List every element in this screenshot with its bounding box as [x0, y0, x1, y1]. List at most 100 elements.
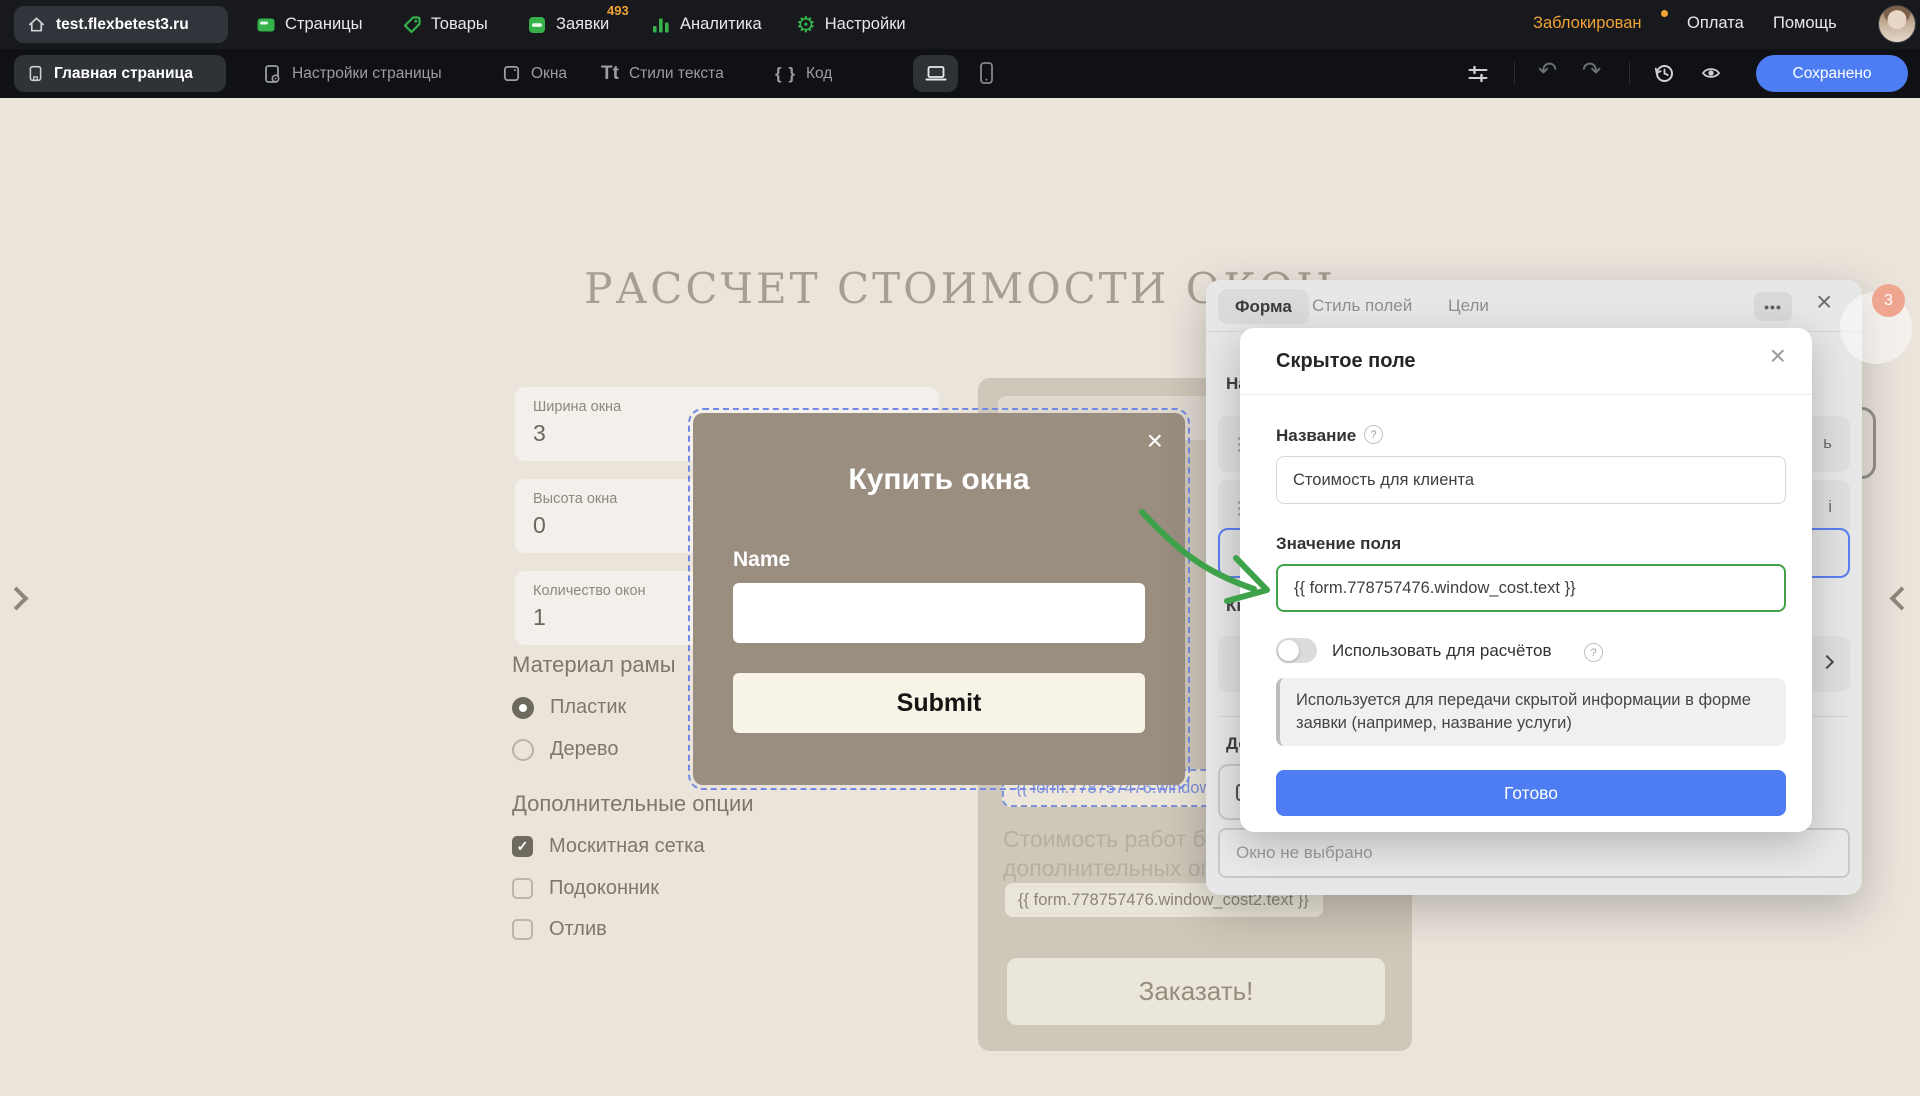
nav-analytics[interactable]: Аналитика [651, 0, 762, 49]
done-button[interactable]: Готово [1276, 770, 1786, 816]
nav-goods[interactable]: Товары [402, 0, 488, 49]
help-icon[interactable]: ? [1364, 425, 1383, 444]
phone-icon [976, 61, 996, 86]
nav-leads[interactable]: Заявки [527, 0, 609, 49]
hidden-field-modal-title: Скрытое поле [1276, 350, 1416, 373]
status-dot-icon [1661, 10, 1668, 17]
saved-button[interactable]: Сохранено [1756, 55, 1908, 92]
code-icon: { } [775, 64, 796, 84]
avatar[interactable] [1878, 5, 1916, 43]
tab-field-style[interactable]: Стиль полей [1312, 280, 1412, 332]
order-button[interactable]: Заказать! [1007, 958, 1385, 1025]
next-page-chevron-icon[interactable] [1889, 586, 1913, 610]
site-switcher[interactable]: test.flexbetest3.ru [14, 6, 228, 43]
radio-wood[interactable]: Дерево [512, 738, 618, 761]
undo-button[interactable]: ↶ [1538, 59, 1557, 82]
radio-off-icon [512, 739, 534, 761]
checkbox-mosquito-net[interactable]: ✓ Москитная сетка [512, 835, 705, 858]
top-bar: test.flexbetest3.ru Страницы Товары Заяв… [0, 0, 1920, 49]
field-name-label: Название [1276, 426, 1356, 446]
checkbox-windowsill-label: Подоконник [549, 877, 659, 900]
nav-leads-label: Заявки [556, 15, 609, 34]
tab-form[interactable]: Форма [1218, 289, 1309, 324]
mobile-view-button[interactable] [976, 61, 996, 90]
help-icon[interactable]: ? [1584, 643, 1603, 662]
code-button[interactable]: { } Код [775, 49, 832, 98]
saved-label: Сохранено [1793, 65, 1872, 83]
checkbox-drip-label: Отлив [549, 918, 607, 941]
name-input[interactable] [733, 583, 1145, 643]
checkbox-drip[interactable]: Отлив [512, 918, 607, 941]
desktop-view-button[interactable] [913, 55, 958, 92]
radio-plastic-label: Пластик [550, 696, 626, 719]
checkbox-windowsill[interactable]: Подоконник [512, 877, 659, 900]
history-button[interactable] [1653, 62, 1676, 89]
submit-button[interactable]: Submit [733, 673, 1145, 733]
leads-count-badge: 493 [607, 3, 629, 18]
home-icon [27, 15, 46, 34]
checkbox-mosquito-net-label: Москитная сетка [549, 835, 705, 858]
code-label: Код [806, 65, 832, 83]
windows-label: Окна [531, 65, 567, 83]
inbox-icon [527, 15, 547, 35]
nav-goods-label: Товары [431, 15, 488, 34]
nav-settings[interactable]: ⚙ Настройки [796, 0, 906, 49]
nav-pages[interactable]: Страницы [256, 0, 362, 49]
current-page-button[interactable]: Главная страница [14, 55, 226, 92]
tab-goals[interactable]: Цели [1448, 280, 1489, 332]
pages-icon [256, 15, 276, 35]
text-styles-label: Стили текста [629, 65, 724, 83]
blocked-status[interactable]: Заблокирован [1533, 14, 1642, 33]
panel-tabs: Форма Стиль полей Цели ••• × [1206, 280, 1862, 332]
more-menu-icon[interactable]: ••• [1754, 292, 1792, 321]
page-settings-label: Настройки страницы [292, 65, 442, 83]
windows-button[interactable]: Окна [502, 49, 567, 98]
field-value-label: Значение поля [1276, 534, 1401, 554]
field-value-input[interactable] [1276, 564, 1786, 612]
hidden-field-modal: Скрытое поле × Название ? Значение поля … [1240, 328, 1812, 832]
layout-settings-button[interactable] [1467, 63, 1489, 89]
buy-modal-title: Купить окна [693, 463, 1185, 497]
checkbox-unchecked-icon [512, 878, 533, 899]
toolbar-divider [1514, 62, 1515, 85]
bar-chart-icon [651, 15, 671, 35]
nav-settings-label: Настройки [825, 15, 906, 34]
current-page-label: Главная страница [54, 65, 193, 83]
chevron-right-icon [1820, 655, 1834, 669]
sliders-icon [1467, 63, 1489, 85]
prev-page-chevron-icon[interactable] [4, 586, 28, 610]
nav-analytics-label: Аналитика [680, 15, 762, 34]
material-group-label: Материал рамы [512, 652, 676, 678]
row-text-fragment: ь [1823, 433, 1832, 453]
page-icon [27, 64, 44, 83]
counter-badge[interactable]: 3 [1872, 284, 1905, 317]
text-styles-button[interactable]: Tt Стили текста [601, 49, 724, 98]
redo-button[interactable]: ↷ [1582, 59, 1601, 82]
help-link[interactable]: Помощь [1773, 14, 1837, 33]
window-icon [502, 64, 521, 83]
modal-divider [1240, 394, 1812, 395]
use-for-calculations-toggle[interactable] [1276, 638, 1317, 663]
window-select[interactable]: Окно не выбрано [1218, 828, 1850, 878]
name-field-label: Name [733, 548, 790, 572]
hidden-field-hint: Используется для передачи скрытой информ… [1276, 678, 1786, 746]
page-settings-button[interactable]: Настройки страницы [262, 49, 442, 98]
buy-window-modal[interactable]: × Купить окна Name Submit [693, 413, 1185, 785]
options-group-label: Дополнительные опции [512, 791, 754, 817]
radio-plastic[interactable]: Пластик [512, 696, 626, 719]
close-icon[interactable]: × [1816, 288, 1832, 316]
gear-icon: ⚙ [796, 14, 816, 36]
history-clock-icon [1653, 62, 1676, 85]
use-for-calculations-label: Использовать для расчётов [1332, 641, 1552, 661]
preview-button[interactable] [1700, 63, 1722, 87]
close-icon[interactable]: × [1147, 427, 1163, 455]
nav-pages-label: Страницы [285, 15, 362, 34]
page-gear-icon [262, 64, 282, 84]
close-icon[interactable]: × [1770, 342, 1786, 370]
editor-toolbar: Главная страница Настройки страницы Окна… [0, 49, 1920, 98]
toolbar-divider [1629, 62, 1630, 85]
payment-link[interactable]: Оплата [1687, 14, 1744, 33]
field-name-input[interactable] [1276, 456, 1786, 504]
checkbox-unchecked-icon [512, 919, 533, 940]
eye-icon [1700, 63, 1722, 83]
